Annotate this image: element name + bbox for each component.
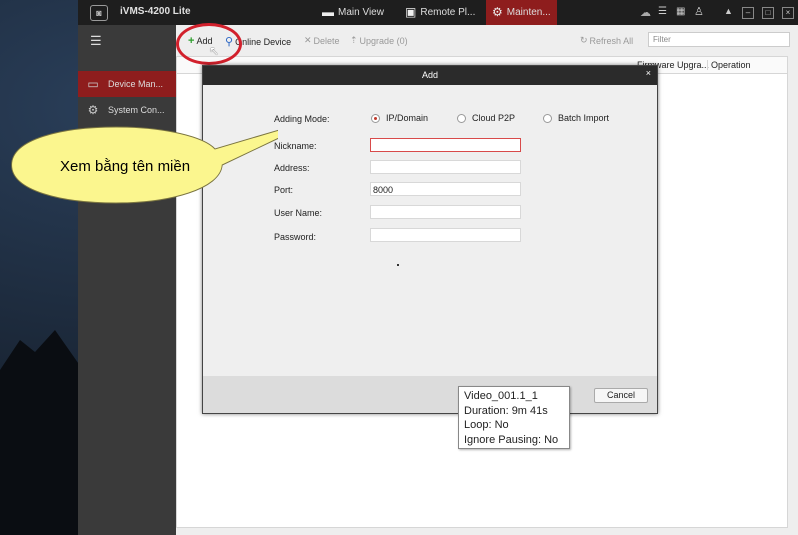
title-bar: ◙ iVMS-4200 Lite ▬ Main View ▣ Remote Pl… bbox=[78, 0, 798, 25]
dialog-footer: Cancel bbox=[203, 376, 657, 413]
lock-icon[interactable]: ▲ bbox=[724, 6, 733, 16]
password-input[interactable] bbox=[370, 228, 521, 242]
app-title: iVMS-4200 Lite bbox=[120, 6, 191, 17]
radio-batch-import[interactable]: Batch Import bbox=[543, 113, 609, 123]
list-icon[interactable]: ☰ bbox=[658, 6, 667, 17]
device-toolbar: + Add ⚲ Online Device ✕ Delete ⇡ Upgrade… bbox=[176, 28, 798, 52]
mountain-silhouette bbox=[0, 330, 90, 535]
nickname-label: Nickname: bbox=[274, 141, 317, 151]
port-input[interactable]: 8000 bbox=[370, 182, 521, 196]
username-label: User Name: bbox=[274, 208, 323, 218]
tooltip-line: Duration: 9m 41s bbox=[464, 404, 548, 417]
film-icon: ▬ bbox=[322, 5, 334, 19]
cloud-icon[interactable]: ☁ bbox=[640, 6, 651, 19]
tab-main-view[interactable]: ▬ Main View bbox=[322, 0, 384, 25]
camera-logo-icon: ◙ bbox=[90, 5, 108, 21]
minimize-button[interactable]: – bbox=[742, 7, 754, 19]
image-icon[interactable]: ▦ bbox=[676, 6, 685, 17]
adding-mode-label: Adding Mode: bbox=[274, 114, 330, 124]
video-playback-icon: ▣ bbox=[405, 5, 417, 19]
side-menu: ☰ ▭ Device Man... ⚙ System Con... bbox=[78, 25, 176, 535]
upload-icon: ⇡ bbox=[350, 35, 358, 45]
sidebar-item-system-configuration[interactable]: ⚙ System Con... bbox=[78, 97, 176, 123]
device-icon: ▭ bbox=[87, 77, 99, 91]
nickname-input[interactable] bbox=[370, 138, 521, 152]
tooltip-line: Video_001.1_1 bbox=[464, 390, 538, 402]
sidebar-item-device-management[interactable]: ▭ Device Man... bbox=[78, 71, 176, 97]
gear-icon: ⚙ bbox=[87, 103, 99, 117]
tab-remote-playback[interactable]: ▣ Remote Pl... bbox=[405, 0, 475, 25]
filter-input[interactable]: Filter bbox=[648, 32, 790, 47]
delete-button[interactable]: ✕ Delete bbox=[304, 35, 340, 46]
mouse-cursor-icon: ↖ bbox=[209, 44, 220, 58]
add-device-dialog: Add × Adding Mode: IP/Domain Cloud P2P B… bbox=[202, 65, 658, 414]
gear-icon: ⚙ bbox=[492, 5, 503, 19]
tooltip-line: Loop: No bbox=[464, 419, 509, 431]
address-label: Address: bbox=[274, 163, 310, 173]
refresh-icon: ↻ bbox=[580, 35, 588, 45]
dialog-title: Add bbox=[203, 66, 657, 85]
radio-selected-icon bbox=[371, 113, 380, 123]
maximize-button[interactable]: □ bbox=[762, 7, 774, 19]
video-tooltip: Video_001.1_1 Duration: 9m 41s Loop: No … bbox=[458, 386, 570, 449]
user-icon[interactable]: ♙ bbox=[694, 5, 704, 18]
radio-cloud-p2p[interactable]: Cloud P2P bbox=[457, 113, 515, 123]
hamburger-menu-icon[interactable]: ☰ bbox=[90, 33, 102, 49]
radio-ip-domain[interactable]: IP/Domain bbox=[371, 113, 428, 123]
username-input[interactable] bbox=[370, 205, 521, 219]
stray-dot bbox=[397, 264, 399, 266]
tab-maintenance[interactable]: ⚙ Mainten... bbox=[486, 0, 557, 25]
refresh-all-button[interactable]: ↻ Refresh All bbox=[580, 35, 633, 46]
column-operation[interactable]: Operation bbox=[707, 60, 751, 70]
radio-unselected-icon bbox=[543, 113, 552, 123]
close-window-button[interactable]: × bbox=[782, 7, 794, 19]
tooltip-line: Ignore Pausing: No bbox=[464, 433, 559, 446]
address-input[interactable] bbox=[370, 160, 521, 174]
password-label: Password: bbox=[274, 232, 317, 242]
radio-unselected-icon bbox=[457, 113, 466, 123]
close-icon: ✕ bbox=[304, 35, 312, 45]
dialog-close-button[interactable]: × bbox=[646, 68, 651, 78]
cancel-button[interactable]: Cancel bbox=[594, 388, 648, 403]
upgrade-button[interactable]: ⇡ Upgrade (0) bbox=[350, 35, 408, 46]
bubble-text: Xem bằng tên miền bbox=[60, 158, 191, 175]
